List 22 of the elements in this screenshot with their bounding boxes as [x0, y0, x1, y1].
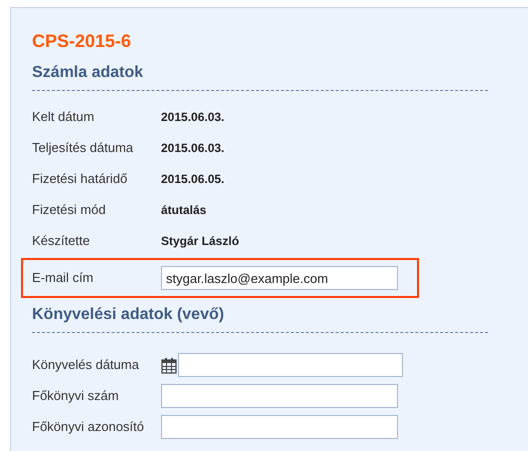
- field-value: 2015.06.05.: [161, 171, 224, 188]
- field-label: Fizetési határidő: [32, 170, 128, 188]
- input-field[interactable]: stygar.laszlo@example.com: [161, 266, 398, 290]
- field-label: Készítette: [32, 232, 91, 250]
- field-value: Stygár László: [161, 233, 240, 250]
- field-label: Fizetési mód: [32, 201, 107, 220]
- field-value: 2015.06.03.: [161, 140, 224, 157]
- section-heading: Számla adatok: [32, 62, 488, 91]
- field-label: Főkönyvi szám: [32, 387, 120, 406]
- field-label: Könyvelés dátuma: [32, 356, 140, 374]
- calendar-icon[interactable]: [161, 356, 177, 374]
- invoice-title: CPS-2015-6: [32, 30, 132, 52]
- field-value: 2015.06.03.: [161, 109, 224, 126]
- input-field[interactable]: [161, 415, 398, 439]
- field-label: Kelt dátum: [32, 108, 96, 126]
- field-label: E-mail cím: [32, 269, 94, 288]
- field-label: Főkönyvi azonosító: [32, 418, 146, 436]
- section-heading: Könyvelési adatok (vevő): [32, 304, 488, 333]
- field-label: Teljesítés dátuma: [32, 139, 134, 158]
- input-field[interactable]: [161, 384, 398, 408]
- field-value: átutalás: [161, 202, 206, 219]
- date-field[interactable]: [178, 353, 403, 377]
